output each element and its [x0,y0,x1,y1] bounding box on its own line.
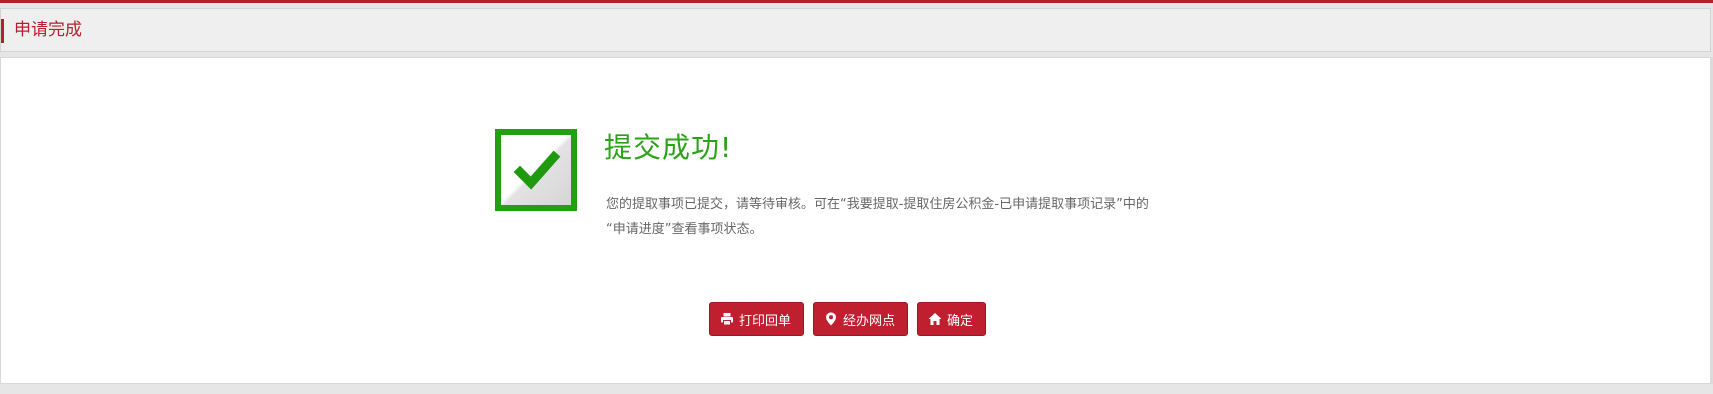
service-outlets-button[interactable]: 经办网点 [813,302,909,336]
header-accent-bar [1,19,4,43]
service-outlets-label: 经办网点 [843,313,896,329]
print-receipt-label: 打印回单 [739,313,792,329]
top-accent-strip [0,0,1713,3]
success-message-line-2: “申请进度”查看事项状态。 [606,222,763,237]
check-icon-face [501,135,571,205]
printer-icon [720,312,734,326]
action-buttons: 打印回单 经办网点 确定 [709,302,987,336]
success-message-line-1: 您的提取事项已提交，请等待审核。可在“我要提取-提取住房公积金-已申请提取事项记… [606,197,1149,212]
page-title: 申请完成 [14,20,82,40]
confirm-button[interactable]: 确定 [917,302,987,336]
success-title: 提交成功! [604,131,733,164]
success-message: 您的提取事项已提交，请等待审核。可在“我要提取-提取住房公积金-已申请提取事项记… [606,192,1216,242]
check-icon [495,129,577,211]
result-panel: 提交成功! 您的提取事项已提交，请等待审核。可在“我要提取-提取住房公积金-已申… [0,57,1711,384]
confirm-label: 确定 [947,313,974,329]
print-receipt-button[interactable]: 打印回单 [709,302,805,336]
home-icon [928,312,942,326]
map-pin-icon [824,312,838,326]
page-header: 申请完成 [0,8,1711,52]
